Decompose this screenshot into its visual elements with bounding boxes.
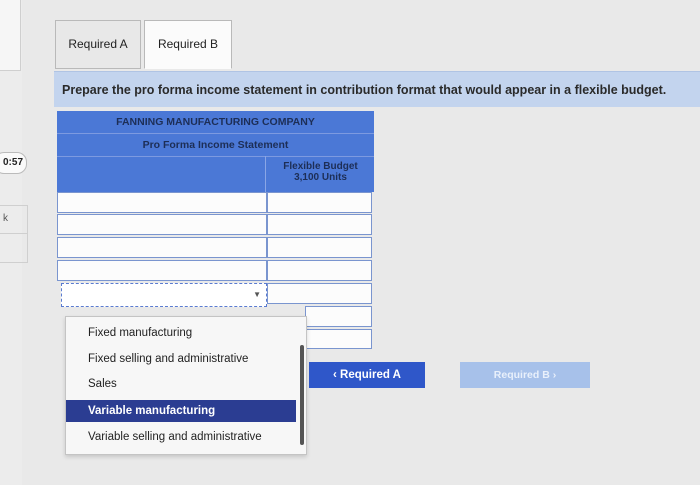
chevron-right-icon: › bbox=[549, 369, 557, 381]
company-name: FANNING MANUFACTURING COMPANY bbox=[116, 116, 315, 128]
flexible-budget-header: Flexible Budget 3,100 Units bbox=[267, 161, 374, 183]
account-select[interactable]: ▼ bbox=[61, 283, 267, 307]
menu-scrollbar[interactable] bbox=[300, 345, 304, 445]
tab-required-b[interactable]: Required B bbox=[144, 20, 232, 69]
left-panel-box bbox=[0, 0, 21, 71]
option-variable-manufacturing[interactable]: Variable manufacturing bbox=[66, 400, 296, 422]
row-4-label-input[interactable] bbox=[57, 260, 267, 281]
tab-required-a[interactable]: Required A bbox=[55, 20, 141, 69]
prev-required-a-button[interactable]: ‹ Required A bbox=[309, 362, 425, 388]
prev-button-label: Required A bbox=[340, 369, 401, 381]
row-2-amount-input[interactable] bbox=[267, 214, 372, 235]
row-5-amount-input[interactable] bbox=[267, 283, 372, 304]
row-6-amount-input[interactable] bbox=[305, 306, 372, 327]
row-7-amount-input[interactable] bbox=[305, 329, 372, 349]
option-sales[interactable]: Sales bbox=[66, 373, 296, 395]
row-1-label-input[interactable] bbox=[57, 192, 267, 213]
statement-title: Pro Forma Income Statement bbox=[142, 139, 289, 151]
units-label: 3,100 Units bbox=[294, 172, 347, 183]
row-3-amount-input[interactable] bbox=[267, 237, 372, 258]
dropdown-menu: Fixed manufacturing Fixed selling and ad… bbox=[65, 316, 307, 455]
option-variable-selling-admin[interactable]: Variable selling and administrative bbox=[66, 426, 296, 448]
next-button-label: Required B bbox=[493, 369, 550, 381]
next-required-b-button[interactable]: Required B › bbox=[460, 362, 590, 388]
option-fixed-selling-admin[interactable]: Fixed selling and administrative bbox=[66, 348, 296, 370]
chevron-down-icon[interactable]: ▼ bbox=[253, 290, 261, 299]
row-4-amount-input[interactable] bbox=[267, 260, 372, 281]
timer-badge: 0:57 bbox=[0, 152, 27, 174]
row-1-amount-input[interactable] bbox=[267, 192, 372, 213]
flexible-budget-label: Flexible Budget bbox=[283, 161, 358, 172]
statement-header: FANNING MANUFACTURING COMPANY Pro Forma … bbox=[57, 111, 374, 192]
instruction-banner: Prepare the pro forma income statement i… bbox=[54, 71, 700, 107]
row-3-label-input[interactable] bbox=[57, 237, 267, 258]
row-2-label-input[interactable] bbox=[57, 214, 267, 235]
option-fixed-manufacturing[interactable]: Fixed manufacturing bbox=[66, 322, 296, 344]
left-panel-label: k bbox=[3, 213, 8, 224]
chevron-left-icon: ‹ bbox=[333, 369, 341, 381]
